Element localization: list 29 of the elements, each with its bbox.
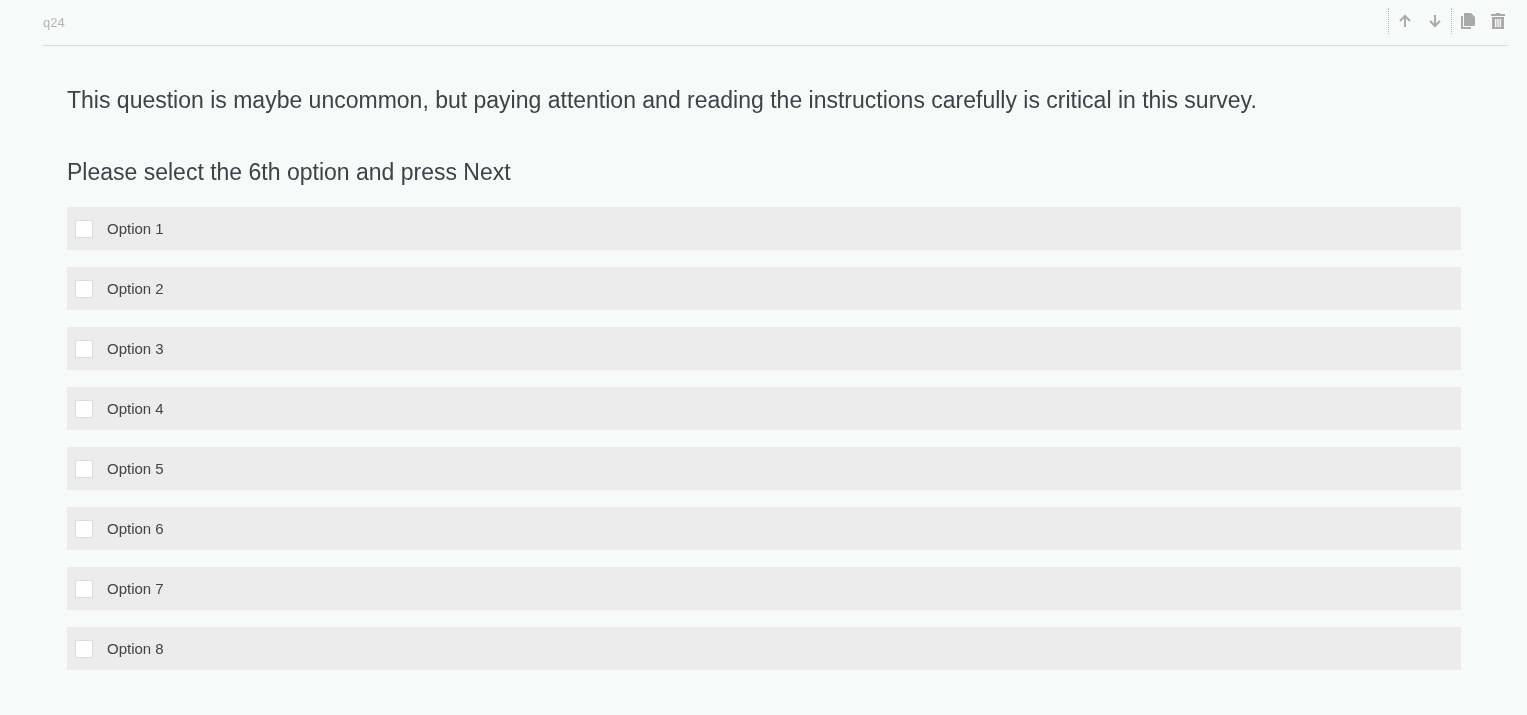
question-id: q24 — [43, 14, 65, 30]
option-row[interactable]: Option 7 — [67, 567, 1461, 610]
checkbox[interactable] — [75, 219, 93, 238]
option-label: Option 8 — [107, 640, 164, 657]
trash-icon[interactable] — [1488, 10, 1508, 31]
copy-icon[interactable] — [1458, 10, 1478, 31]
option-label: Option 3 — [107, 340, 164, 357]
instruction-text: Please select the 6th option and press Next — [67, 158, 512, 186]
checkbox[interactable] — [75, 399, 93, 418]
question-text: This question is maybe uncommon, but paying attention and reading the instructions carefully is critical in this survey. — [67, 86, 1258, 114]
checkbox[interactable] — [75, 279, 93, 298]
checkbox[interactable] — [75, 459, 93, 478]
option-row[interactable]: Option 4 — [67, 387, 1461, 430]
option-label: Option 4 — [107, 400, 164, 417]
checkbox[interactable] — [75, 339, 93, 358]
option-label: Option 5 — [107, 460, 164, 477]
option-row[interactable]: Option 2 — [67, 267, 1461, 310]
checkbox[interactable] — [75, 519, 93, 538]
option-label: Option 1 — [107, 220, 164, 237]
option-label: Option 2 — [107, 280, 164, 297]
option-row[interactable]: Option 3 — [67, 327, 1461, 370]
option-row[interactable]: Option 6 — [67, 507, 1461, 550]
checkbox[interactable] — [75, 639, 93, 658]
checkbox[interactable] — [75, 579, 93, 598]
option-label: Option 6 — [107, 520, 164, 537]
option-row[interactable]: Option 1 — [67, 207, 1461, 250]
option-label: Option 7 — [107, 580, 164, 597]
option-row[interactable]: Option 8 — [67, 627, 1461, 670]
option-row[interactable]: Option 5 — [67, 447, 1461, 490]
